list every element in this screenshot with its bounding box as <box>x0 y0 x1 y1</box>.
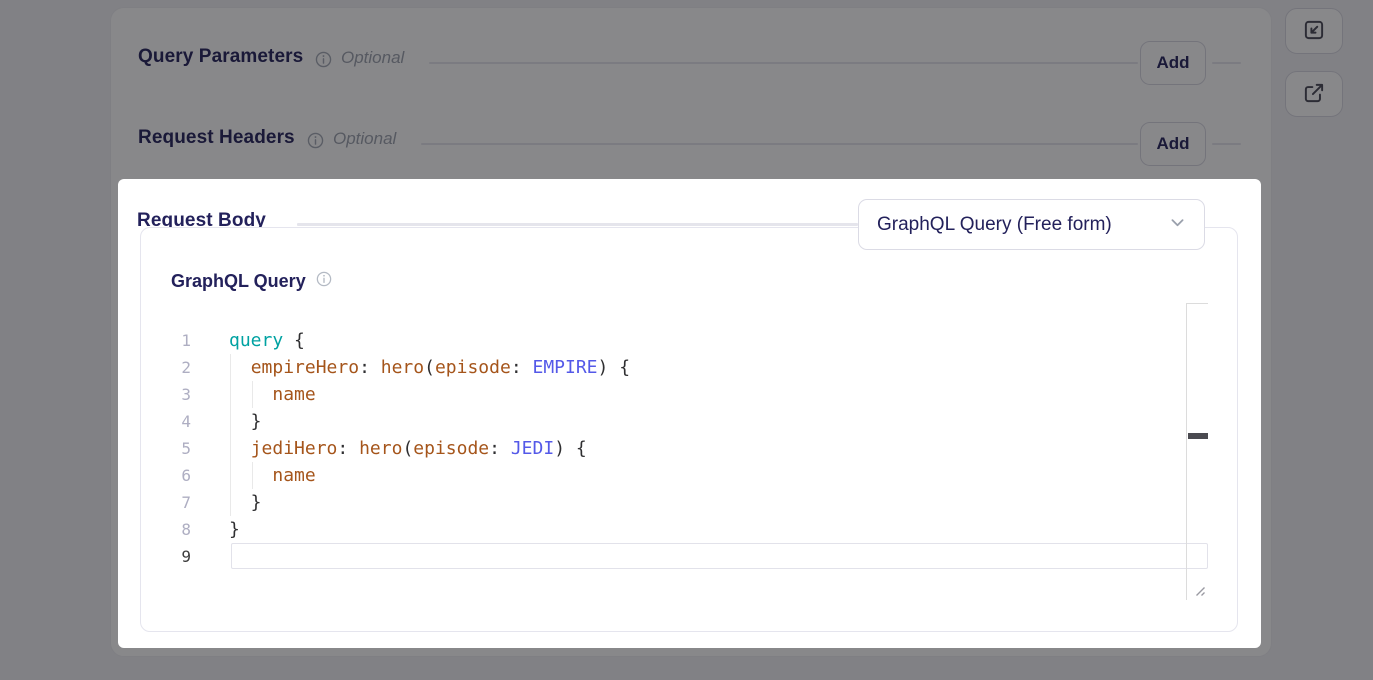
code-line[interactable]: 6 name <box>141 462 1239 489</box>
line-number: 7 <box>141 489 191 516</box>
info-circle-icon[interactable] <box>316 271 332 292</box>
code-line[interactable]: 8 } <box>141 516 1239 543</box>
code-line[interactable]: 1 query { <box>141 327 1239 354</box>
divider-line <box>297 223 858 226</box>
code-line[interactable]: 5 jediHero: hero(episode: JEDI) { <box>141 435 1239 462</box>
resize-grip-icon[interactable] <box>1192 583 1206 602</box>
line-number: 3 <box>141 381 191 408</box>
line-number: 8 <box>141 516 191 543</box>
request-body-section: Request Body GraphQL Query (Free form) G… <box>118 179 1261 648</box>
editor-scrollbar[interactable] <box>1186 303 1208 600</box>
code-line[interactable]: 7 } <box>141 489 1239 516</box>
line-number: 2 <box>141 354 191 381</box>
line-number: 4 <box>141 408 191 435</box>
line-number: 6 <box>141 462 191 489</box>
graphql-query-label: GraphQL Query <box>171 271 306 292</box>
code-editor[interactable]: 1 query { 2 empireHero: hero(episode: EM… <box>141 327 1239 570</box>
scrollbar-thumb[interactable] <box>1188 433 1208 439</box>
graphql-editor-panel: GraphQL Query 1 query { 2 empireHero: he… <box>140 227 1238 632</box>
line-number: 9 <box>141 543 191 570</box>
line-number: 5 <box>141 435 191 462</box>
code-line[interactable]: 3 name <box>141 381 1239 408</box>
line-number: 1 <box>141 327 191 354</box>
chevron-down-icon <box>1169 214 1186 236</box>
code-line[interactable]: 4 } <box>141 408 1239 435</box>
body-type-select-value: GraphQL Query (Free form) <box>877 214 1112 236</box>
code-line[interactable]: 2 empireHero: hero(episode: EMPIRE) { <box>141 354 1239 381</box>
active-line-highlight[interactable] <box>231 543 1208 569</box>
body-type-select[interactable]: GraphQL Query (Free form) <box>858 199 1205 250</box>
